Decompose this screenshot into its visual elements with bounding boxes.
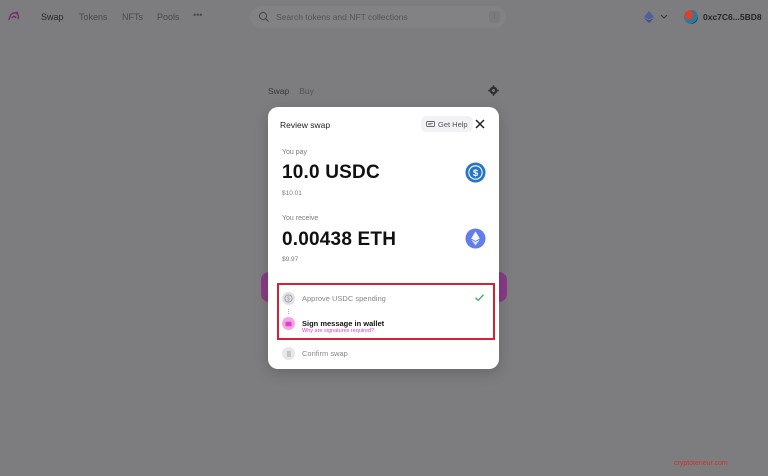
usdc-approve-icon: $ — [282, 292, 295, 305]
receive-usd-value: $9.97 — [282, 256, 299, 263]
nav-nfts[interactable]: NFTs — [122, 12, 143, 22]
network-selector[interactable] — [644, 10, 670, 24]
checkmark-icon — [475, 294, 485, 302]
settings-gear-icon[interactable] — [488, 85, 499, 96]
step-confirm-label: Confirm swap — [302, 349, 348, 358]
nav-tokens[interactable]: Tokens — [79, 12, 108, 22]
step-approve-label: Approve USDC spending — [302, 294, 386, 303]
pay-usd-value: $10.01 — [282, 190, 302, 197]
wallet-button[interactable]: 0xc7C6...5BD8 — [684, 10, 762, 24]
more-menu-button[interactable]: ••• — [193, 10, 202, 20]
tab-swap[interactable]: Swap — [268, 86, 289, 96]
step-confirm: Confirm swap — [282, 347, 348, 360]
search-placeholder: Search tokens and NFT collections — [276, 12, 408, 22]
swap-button-background-right — [499, 272, 507, 302]
you-pay-label: You pay — [282, 149, 308, 156]
why-signatures-link[interactable]: Why are signatures required? — [302, 328, 374, 334]
modal-title: Review swap — [280, 120, 331, 130]
eth-token-icon — [465, 228, 486, 249]
chevron-down-icon — [660, 14, 668, 19]
get-help-button[interactable]: Get Help — [421, 116, 473, 132]
tab-buy[interactable]: Buy — [299, 86, 314, 96]
swap-arrows-icon — [282, 347, 295, 360]
usdc-token-icon: $ — [465, 162, 486, 183]
nav-swap[interactable]: Swap — [41, 12, 64, 22]
step-sign-label: Sign message in wallet — [302, 319, 385, 328]
svg-text:$: $ — [287, 296, 290, 302]
wallet-address: 0xc7C6...5BD8 — [703, 12, 762, 22]
svg-text:$: $ — [473, 168, 479, 179]
you-receive-label: You receive — [282, 215, 319, 222]
pay-amount: 10.0 USDC — [282, 162, 380, 183]
step-connector — [288, 309, 290, 314]
ethereum-network-icon — [644, 11, 654, 23]
step-approve: $ Approve USDC spending — [282, 292, 386, 305]
nav-pools[interactable]: Pools — [157, 12, 180, 22]
close-icon[interactable] — [473, 117, 487, 131]
search-input[interactable]: Search tokens and NFT collections / — [250, 6, 506, 28]
top-navigation: Swap Tokens NFTs Pools ••• Search tokens… — [0, 0, 768, 34]
uniswap-logo-icon[interactable] — [6, 8, 22, 24]
avatar — [684, 10, 698, 24]
swap-tabs: Swap Buy — [268, 86, 324, 96]
receive-amount: 0.00438 ETH — [282, 229, 397, 250]
wallet-sign-icon — [282, 317, 295, 330]
watermark: cryptoteneur.com — [674, 460, 728, 467]
search-shortcut-key: / — [489, 11, 500, 23]
search-icon — [258, 11, 269, 22]
get-help-label: Get Help — [438, 119, 468, 129]
chat-icon — [426, 120, 435, 127]
